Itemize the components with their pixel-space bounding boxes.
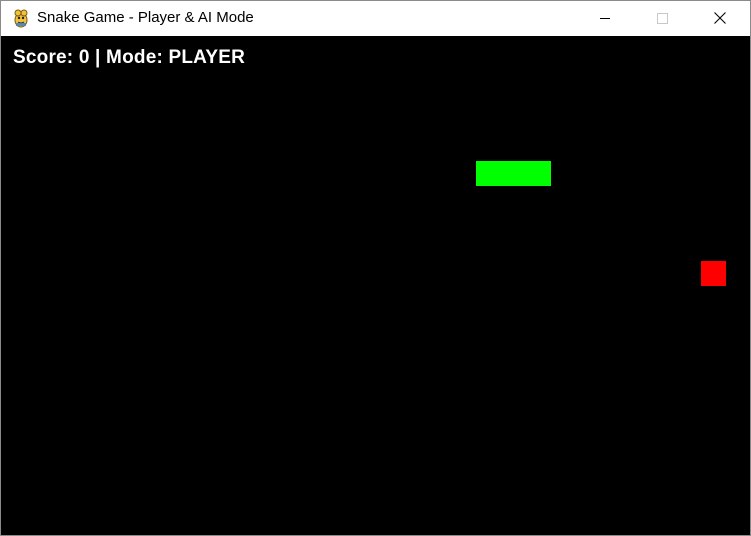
maximize-button[interactable] xyxy=(639,1,685,35)
title-bar[interactable]: Snake Game - Player & AI Mode xyxy=(1,1,750,36)
snake-head-segment xyxy=(526,161,551,186)
minimize-icon xyxy=(599,17,610,19)
maximize-icon xyxy=(656,12,668,24)
pygame-snake-icon xyxy=(11,8,31,28)
app-window: Snake Game - Player & AI Mode Score: 0 |… xyxy=(0,0,751,536)
score-mode-label: Score: 0 | Mode: PLAYER xyxy=(13,47,245,68)
food-pellet xyxy=(701,261,726,286)
close-icon xyxy=(714,12,726,24)
minimize-button[interactable] xyxy=(582,1,628,35)
close-button[interactable] xyxy=(697,1,743,35)
snake-body-segment xyxy=(501,161,526,186)
snake-tail-segment xyxy=(476,161,501,186)
window-title: Snake Game - Player & AI Mode xyxy=(37,9,254,26)
game-canvas[interactable]: Score: 0 | Mode: PLAYER xyxy=(1,36,750,535)
